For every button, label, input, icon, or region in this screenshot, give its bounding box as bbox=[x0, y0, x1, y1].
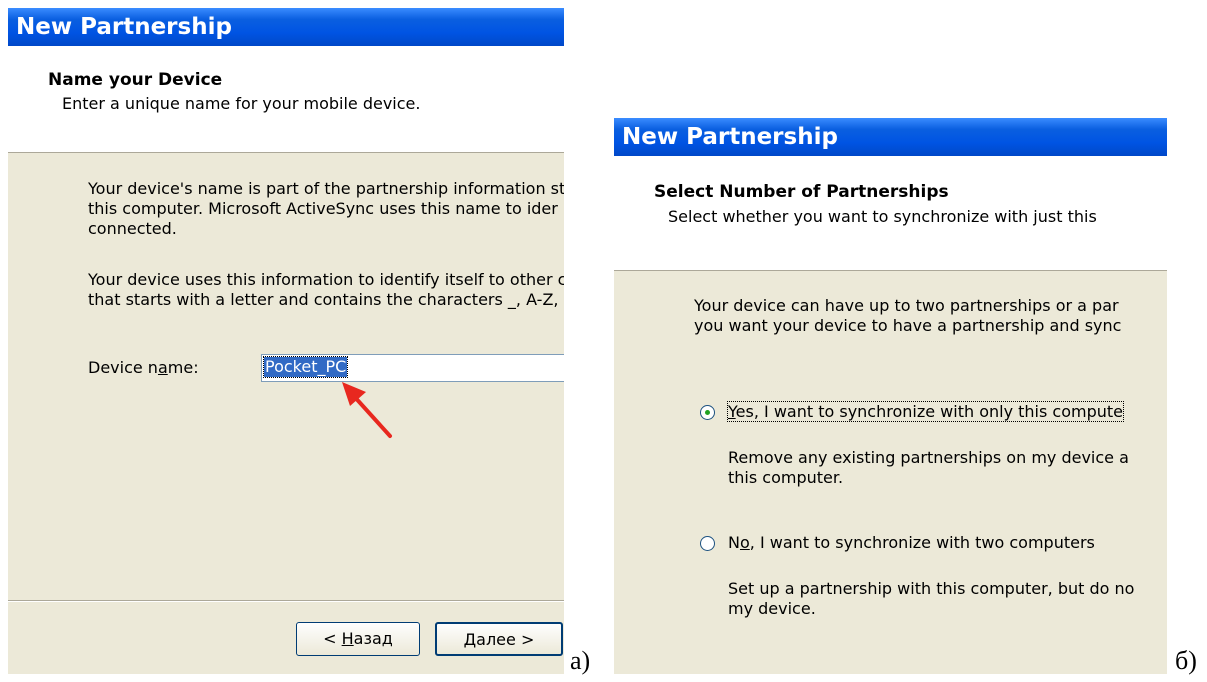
radio-yes-description: Remove any existing partnerships on my d… bbox=[728, 448, 1129, 488]
back-button[interactable]: < Назад bbox=[296, 622, 420, 656]
dialog-a-header: Name your Device Enter a unique name for… bbox=[8, 46, 564, 153]
paragraph-line: Your device's name is part of the partne… bbox=[88, 179, 564, 198]
device-name-value: Pocket_PC bbox=[262, 356, 349, 378]
caption-b: б) bbox=[1175, 646, 1197, 675]
label-part: Device n bbox=[88, 358, 158, 377]
description-line: Remove any existing partnerships on my d… bbox=[728, 448, 1129, 467]
description-line: my device. bbox=[728, 599, 816, 618]
caption-a: а) bbox=[570, 646, 591, 675]
dialog-a-button-separator bbox=[8, 600, 564, 602]
dialog-a-header-title: Name your Device bbox=[48, 70, 223, 90]
radio-no-label[interactable]: No, I want to synchronize with two compu… bbox=[728, 533, 1095, 552]
label-part: o bbox=[739, 533, 750, 552]
dialog-b-header-title: Select Number of Partnerships bbox=[654, 182, 949, 202]
label-part: me: bbox=[167, 358, 199, 377]
device-name-label: Device name: bbox=[88, 358, 199, 378]
next-label-part: Д bbox=[463, 630, 477, 649]
next-button[interactable]: Далее > bbox=[435, 622, 563, 656]
dialog-b-paragraph-1: Your device can have up to two partnersh… bbox=[694, 296, 1121, 336]
dialog-a-paragraph-1: Your device's name is part of the partne… bbox=[88, 179, 564, 239]
description-line: Set up a partnership with this computer,… bbox=[728, 579, 1135, 598]
red-arrow-icon bbox=[342, 382, 392, 438]
dialog-b-titlebar[interactable]: New Partnership bbox=[614, 118, 1167, 156]
dialog-name-your-device: New Partnership Name your Device Enter a… bbox=[8, 8, 564, 674]
paragraph-line: this computer. Microsoft ActiveSync uses… bbox=[88, 199, 558, 218]
paragraph-line: that starts with a letter and contains t… bbox=[88, 290, 559, 309]
description-line: this computer. bbox=[728, 468, 844, 487]
radio-selected-dot bbox=[705, 410, 710, 415]
label-part: , I want to synchronize with two compute… bbox=[749, 533, 1095, 552]
device-name-input[interactable]: Pocket_PC bbox=[261, 354, 564, 382]
paragraph-line: you want your device to have a partnersh… bbox=[694, 316, 1122, 335]
label-part: N bbox=[728, 533, 740, 552]
dialog-a-header-subtitle: Enter a unique name for your mobile devi… bbox=[62, 94, 421, 113]
paragraph-line: connected. bbox=[88, 219, 177, 238]
dialog-a-paragraph-2: Your device uses this information to ide… bbox=[88, 270, 564, 310]
radio-no-description: Set up a partnership with this computer,… bbox=[728, 579, 1134, 619]
paragraph-line: Your device uses this information to ide… bbox=[88, 270, 564, 289]
radio-yes-only-this-computer[interactable] bbox=[700, 405, 715, 420]
label-part: a bbox=[157, 358, 168, 377]
label-part: Y bbox=[728, 402, 736, 421]
paragraph-line: Your device can have up to two partnersh… bbox=[694, 296, 1119, 315]
back-label-part: < bbox=[323, 629, 342, 648]
dialog-a-titlebar[interactable]: New Partnership bbox=[8, 8, 564, 46]
radio-no-two-computers[interactable] bbox=[700, 536, 715, 551]
next-label-part: алее > bbox=[476, 630, 535, 649]
label-part: es, I want to synchronize with only this… bbox=[735, 402, 1123, 421]
dialog-b-header: Select Number of Partnerships Select whe… bbox=[614, 156, 1167, 271]
back-label-part: Н bbox=[341, 629, 354, 648]
radio-yes-label[interactable]: Yes, I want to synchronize with only thi… bbox=[727, 401, 1124, 422]
dialog-select-partnerships: New Partnership Select Number of Partner… bbox=[614, 118, 1167, 674]
dialog-b-header-subtitle: Select whether you want to synchronize w… bbox=[668, 207, 1097, 226]
back-label-part: азад bbox=[353, 629, 393, 648]
